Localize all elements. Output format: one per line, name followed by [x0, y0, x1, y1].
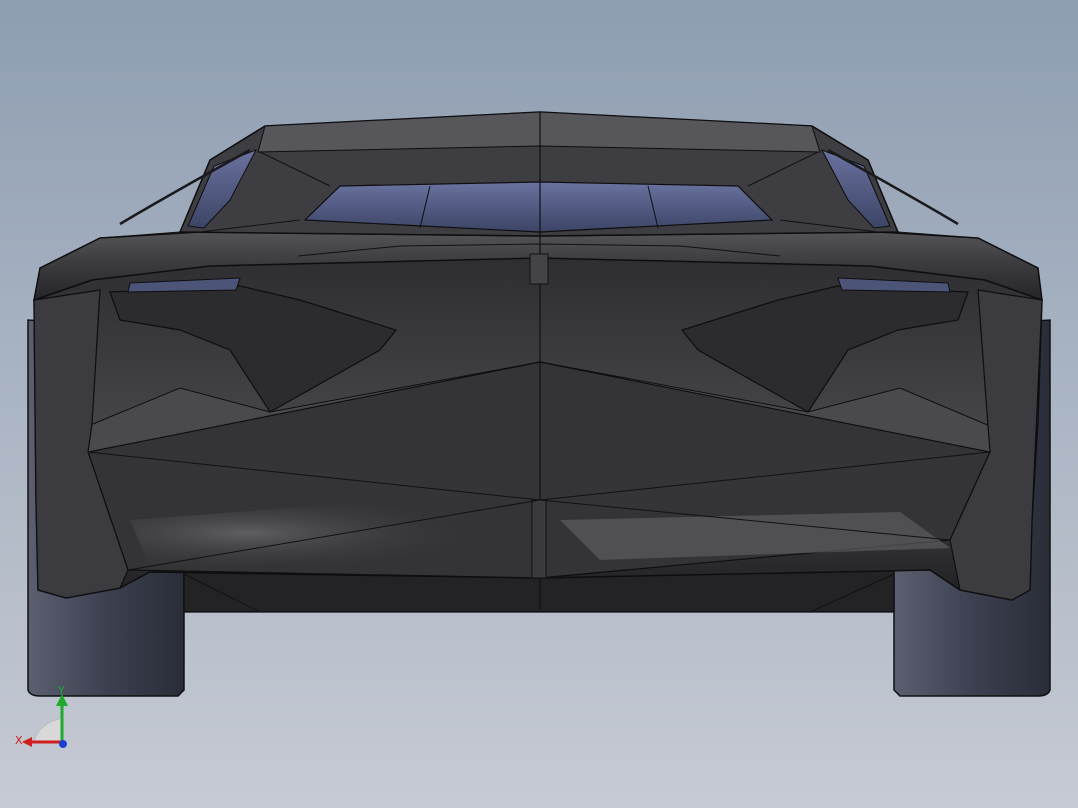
car-3d-model[interactable] [0, 0, 1078, 808]
y-axis-label: Y [57, 684, 65, 697]
graphics-viewport[interactable]: X Y [0, 0, 1078, 808]
x-axis-arrowhead [22, 737, 32, 747]
rear-emblem [529, 253, 549, 285]
license-plate-recess [531, 499, 547, 579]
z-axis-dot [59, 740, 67, 748]
roof-top-panel [257, 111, 821, 153]
triad-plane-icon [33, 717, 63, 743]
x-axis-label: X [15, 734, 23, 747]
axis-triad: X Y [15, 684, 68, 748]
